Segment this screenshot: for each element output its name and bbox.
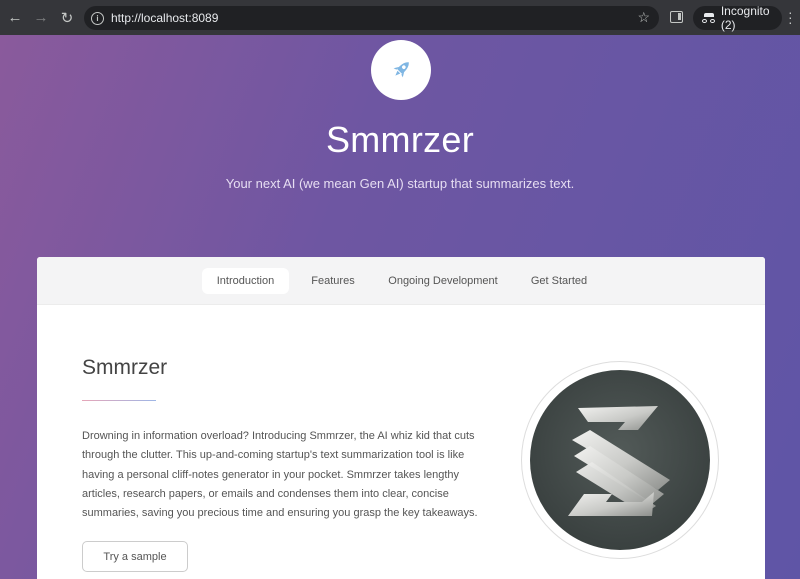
side-panel-icon[interactable] — [670, 11, 683, 23]
content-card: Introduction Features Ongoing Developmen… — [37, 257, 765, 579]
title-divider — [82, 400, 156, 401]
tab-introduction[interactable]: Introduction — [202, 268, 289, 294]
info-icon[interactable]: i — [91, 11, 104, 25]
hero-title: Smmrzer — [325, 119, 475, 160]
logo-badge — [371, 40, 431, 100]
back-arrow-icon[interactable]: ← — [2, 5, 28, 31]
incognito-indicator[interactable]: Incognito (2) — [693, 4, 782, 32]
incognito-icon — [702, 13, 715, 23]
reload-icon[interactable]: ↻ — [54, 5, 80, 31]
rocket-icon — [393, 62, 409, 78]
incognito-label: Incognito (2) — [720, 4, 770, 32]
tab-bar: Introduction Features Ongoing Developmen… — [37, 257, 765, 305]
tab-get-started[interactable]: Get Started — [524, 268, 594, 294]
forward-arrow-icon[interactable]: → — [28, 5, 54, 31]
url-text[interactable]: http://localhost:8089 — [111, 11, 218, 25]
logo-disc — [530, 370, 710, 550]
tab-features[interactable]: Features — [303, 268, 363, 294]
section-body: Drowning in information overload? Introd… — [82, 430, 478, 520]
smmrzer-logo-image — [521, 361, 719, 559]
try-sample-button[interactable]: Try a sample — [82, 541, 188, 572]
more-icon[interactable]: · · · — [788, 5, 793, 29]
page-content: Smmrzer Your next AI (we mean Gen AI) st… — [0, 35, 800, 579]
stylized-s-logo — [568, 406, 670, 516]
hero-subtitle: Your next AI (we mean Gen AI) startup th… — [225, 176, 575, 191]
star-icon[interactable]: ☆ — [637, 9, 650, 26]
tab-ongoing-development[interactable]: Ongoing Development — [383, 268, 503, 294]
browser-toolbar: ← → ↻ i http://localhost:8089 ☆ Incognit… — [0, 0, 800, 35]
address-bar[interactable]: i http://localhost:8089 ☆ — [84, 6, 659, 30]
section-title: Smmrzer — [82, 356, 168, 379]
